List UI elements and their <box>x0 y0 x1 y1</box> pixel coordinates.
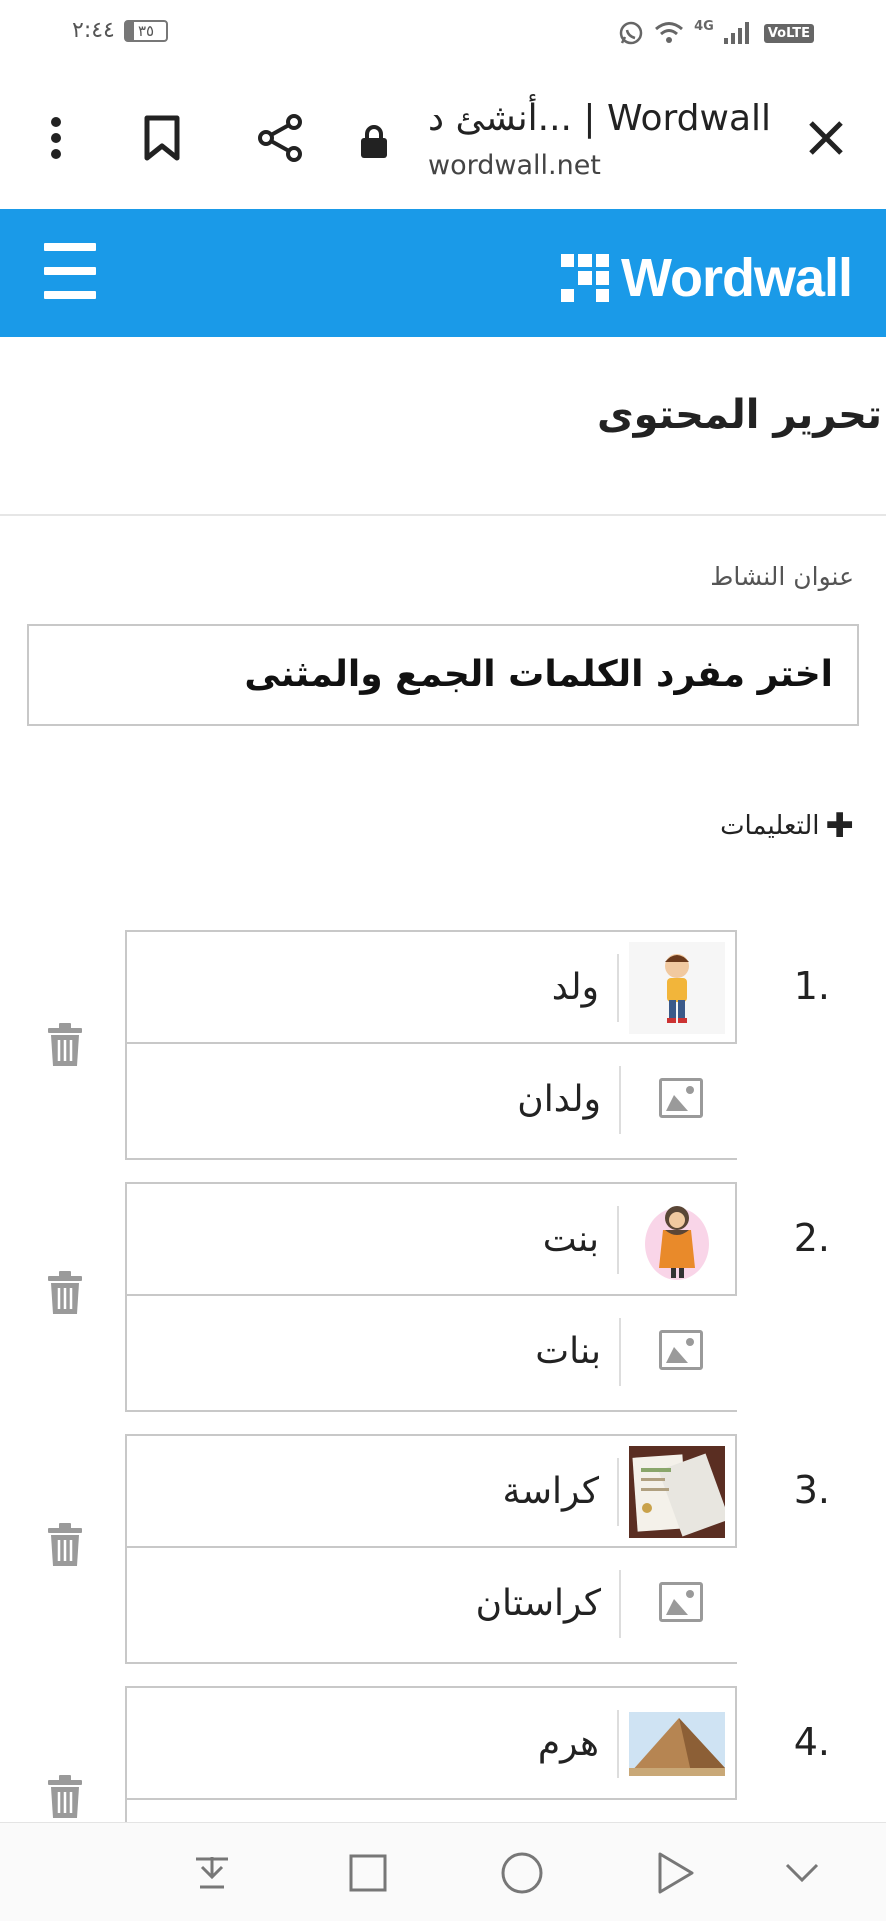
status-time: ٢:٤٤ <box>72 18 115 43</box>
status-icons: 4G VoLTE <box>618 18 814 48</box>
trash-icon[interactable] <box>46 1022 84 1068</box>
trash-icon[interactable] <box>46 1270 84 1316</box>
menu-icon[interactable] <box>44 243 96 299</box>
instructions-label: التعليمات <box>720 811 820 841</box>
whatsapp-icon <box>619 21 643 45</box>
item-answer-row[interactable]: ولد <box>125 930 737 1044</box>
status-bar: ٢:٤٤ ٣٥ 4G VoLTE <box>0 0 886 68</box>
list-item: 2. بنت بنات <box>0 1182 886 1412</box>
instructions-toggle[interactable]: ✚ التعليمات <box>720 806 854 846</box>
back-icon[interactable] <box>648 1845 704 1901</box>
close-icon[interactable] <box>796 108 856 168</box>
item-number: 3. <box>793 1468 830 1512</box>
item-answer-row[interactable]: كراستان <box>125 1548 737 1664</box>
notebook-image-icon[interactable] <box>629 1446 725 1538</box>
lock-icon <box>344 112 404 172</box>
trash-icon[interactable] <box>46 1522 84 1568</box>
system-nav-bar <box>0 1822 886 1921</box>
item-number: 2. <box>793 1216 830 1260</box>
activity-title-label: عنوان النشاط <box>710 562 854 591</box>
item-word[interactable]: بنات <box>535 1296 601 1408</box>
item-answer-row[interactable]: كراسة <box>125 1434 737 1548</box>
item-word[interactable]: هرم <box>538 1688 599 1800</box>
recents-icon[interactable] <box>340 1845 396 1901</box>
item-word[interactable]: كراستان <box>476 1548 601 1660</box>
item-number: 4. <box>793 1720 830 1764</box>
more-options-icon[interactable] <box>26 108 86 168</box>
network-type: 4G <box>694 18 714 34</box>
item-answer-row[interactable]: ولدان <box>125 1044 737 1160</box>
page-tab-title[interactable]: أنشئ د... | Wordwall <box>428 98 771 139</box>
item-word[interactable]: ولدان <box>517 1044 601 1156</box>
volte-badge: VoLTE <box>763 23 814 43</box>
add-image-icon[interactable] <box>659 1330 703 1370</box>
home-icon[interactable] <box>494 1845 550 1901</box>
page-title: تحرير المحتوى <box>597 392 882 438</box>
logo-grid-icon <box>560 254 609 302</box>
item-answer-row[interactable]: هرم <box>125 1686 737 1800</box>
item-word[interactable]: كراسة <box>503 1436 599 1548</box>
add-image-icon[interactable] <box>659 1078 703 1118</box>
divider <box>0 514 886 516</box>
add-image-icon[interactable] <box>659 1582 703 1622</box>
item-number: 1. <box>793 964 830 1008</box>
url-text[interactable]: wordwall.net <box>428 150 601 181</box>
plus-icon: ✚ <box>825 806 855 846</box>
list-item: 3. كراسة كراستان <box>0 1434 886 1664</box>
boy-image-icon[interactable] <box>629 942 725 1034</box>
site-header: Wordwall <box>0 209 886 337</box>
list-item: 1. ولد ولدان <box>0 930 886 1160</box>
trash-icon[interactable] <box>46 1774 84 1820</box>
item-word[interactable]: ولد <box>552 932 599 1044</box>
item-answer-row[interactable]: بنات <box>125 1296 737 1412</box>
logo-text: Wordwall <box>620 248 853 308</box>
girl-image-icon[interactable] <box>629 1194 725 1286</box>
pyramid-image-icon[interactable] <box>629 1698 725 1790</box>
wifi-icon <box>655 22 684 43</box>
browser-toolbar: أنشئ د... | Wordwall wordwall.net <box>0 68 886 208</box>
activity-title-input[interactable]: اختر مفرد الكلمات الجمع والمثنى <box>27 624 859 726</box>
share-icon[interactable] <box>250 108 310 168</box>
item-answer-row[interactable]: بنت <box>125 1182 737 1296</box>
signal-icon <box>723 22 749 44</box>
bookmark-icon[interactable] <box>132 108 192 168</box>
chevron-down-icon[interactable] <box>774 1845 830 1901</box>
notifications-down-icon[interactable] <box>184 1845 240 1901</box>
wordwall-logo[interactable]: Wordwall <box>560 247 853 309</box>
battery-icon: ٣٥ <box>124 20 168 42</box>
item-word[interactable]: بنت <box>543 1184 599 1296</box>
